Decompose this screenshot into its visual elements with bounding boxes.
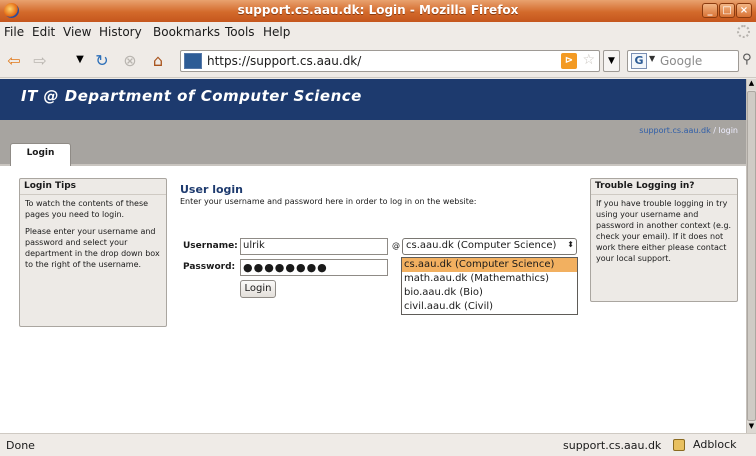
firefox-window: support.cs.aau.dk: Login - Mozilla Firef… [0,0,756,456]
search-go-icon[interactable]: ⚲ [742,52,752,67]
username-field[interactable]: ulrik [240,238,388,255]
throbber-icon [737,25,750,38]
url-bar[interactable]: https://support.cs.aau.dk/ ⊳ ☆ [180,50,600,72]
login-intro: Enter your username and password here in… [180,197,477,206]
domain-option-civil[interactable]: civil.aau.dk (Civil) [402,300,577,314]
at-sign: @ [392,241,400,250]
scroll-up-icon[interactable]: ▲ [747,79,756,90]
site-title: IT @ Department of Computer Science [21,87,362,105]
reload-icon[interactable]: ↻ [92,51,112,70]
bookmark-star-icon[interactable]: ☆ [582,52,595,68]
domain-option-math[interactable]: math.aau.dk (Mathemathics) [402,272,577,286]
login-section: User login Enter your username and passw… [180,183,580,206]
trouble-box: Trouble Logging in? If you have trouble … [590,178,738,302]
breadcrumb: support.cs.aau.dk / login [639,126,738,135]
tab-login[interactable]: Login [10,143,71,166]
minimize-button[interactable]: _ [702,3,718,18]
select-arrows-icon: ⬍ [567,240,574,249]
menu-view[interactable]: View [63,25,91,39]
domain-option-bio[interactable]: bio.aau.dk (Bio) [402,286,577,300]
login-tips-text-1: To watch the contents of these pages you… [25,199,149,219]
maximize-button[interactable]: □ [719,3,735,18]
login-tips-box: Login Tips To watch the contents of thes… [19,178,167,327]
menu-history[interactable]: History [99,25,142,39]
menu-bookmarks[interactable]: Bookmarks [153,25,220,39]
status-bar: Done support.cs.aau.dk Adblock [0,433,756,456]
tab-bar: Login [0,142,746,166]
password-label: Password: [183,262,236,272]
breadcrumb-current: login [718,126,739,135]
search-box[interactable]: G ▼ Google [627,50,739,72]
menu-bar: File Edit View History Bookmarks Tools H… [0,22,756,42]
title-bar: support.cs.aau.dk: Login - Mozilla Firef… [0,0,756,22]
engine-dropdown-icon[interactable]: ▼ [649,54,655,63]
password-field[interactable]: ●●●●●●●● [240,259,388,276]
navigation-toolbar: ⇦ ⇨ ▼ ↻ ⊗ ⌂ https://support.cs.aau.dk/ ⊳… [0,42,756,78]
menu-edit[interactable]: Edit [32,25,55,39]
status-text: Done [6,439,35,452]
username-label: Username: [183,241,238,251]
history-dropdown-icon[interactable]: ▼ [70,54,90,72]
url-dropdown-button[interactable]: ▼ [603,50,620,72]
login-button[interactable]: Login [240,280,276,298]
domain-select-value: cs.aau.dk (Computer Science) [406,240,557,251]
trouble-title: Trouble Logging in? [591,179,737,195]
search-placeholder: Google [660,54,703,68]
home-icon[interactable]: ⌂ [148,51,168,70]
forward-icon[interactable]: ⇨ [30,51,50,70]
stop-icon[interactable]: ⊗ [120,51,140,70]
domain-option-cs[interactable]: cs.aau.dk (Computer Science) [402,258,577,272]
site-favicon-icon [184,53,202,69]
padlock-icon[interactable] [673,439,685,451]
vertical-scrollbar[interactable]: ▲ ▼ [746,79,756,433]
close-button[interactable]: × [736,3,752,18]
scroll-thumb[interactable] [747,91,756,421]
scroll-down-icon[interactable]: ▼ [747,422,756,433]
menu-help[interactable]: Help [263,25,290,39]
breadcrumb-bar: support.cs.aau.dk / login [0,120,746,142]
breadcrumb-home-link[interactable]: support.cs.aau.dk [639,126,711,135]
domain-select[interactable]: cs.aau.dk (Computer Science) ⬍ [402,238,577,255]
google-engine-icon[interactable]: G [631,53,647,69]
page-content: IT @ Department of Computer Science supp… [0,79,746,433]
window-title: support.cs.aau.dk: Login - Mozilla Firef… [237,3,519,17]
trouble-text: If you have trouble logging in try using… [596,199,732,263]
menu-tools[interactable]: Tools [225,25,255,39]
rss-feed-icon[interactable]: ⊳ [561,53,577,69]
login-heading: User login [180,183,243,196]
menu-file[interactable]: File [4,25,24,39]
login-tips-text-2: Please enter your username and password … [25,227,160,269]
status-host: support.cs.aau.dk [563,439,662,452]
site-banner: IT @ Department of Computer Science [0,79,746,120]
url-text[interactable]: https://support.cs.aau.dk/ [207,54,361,68]
adblock-label[interactable]: Adblock [693,438,737,451]
breadcrumb-separator: / [713,126,716,135]
login-tips-title: Login Tips [20,179,166,195]
back-icon[interactable]: ⇦ [4,51,24,70]
domain-dropdown-list: cs.aau.dk (Computer Science) math.aau.dk… [401,257,578,315]
